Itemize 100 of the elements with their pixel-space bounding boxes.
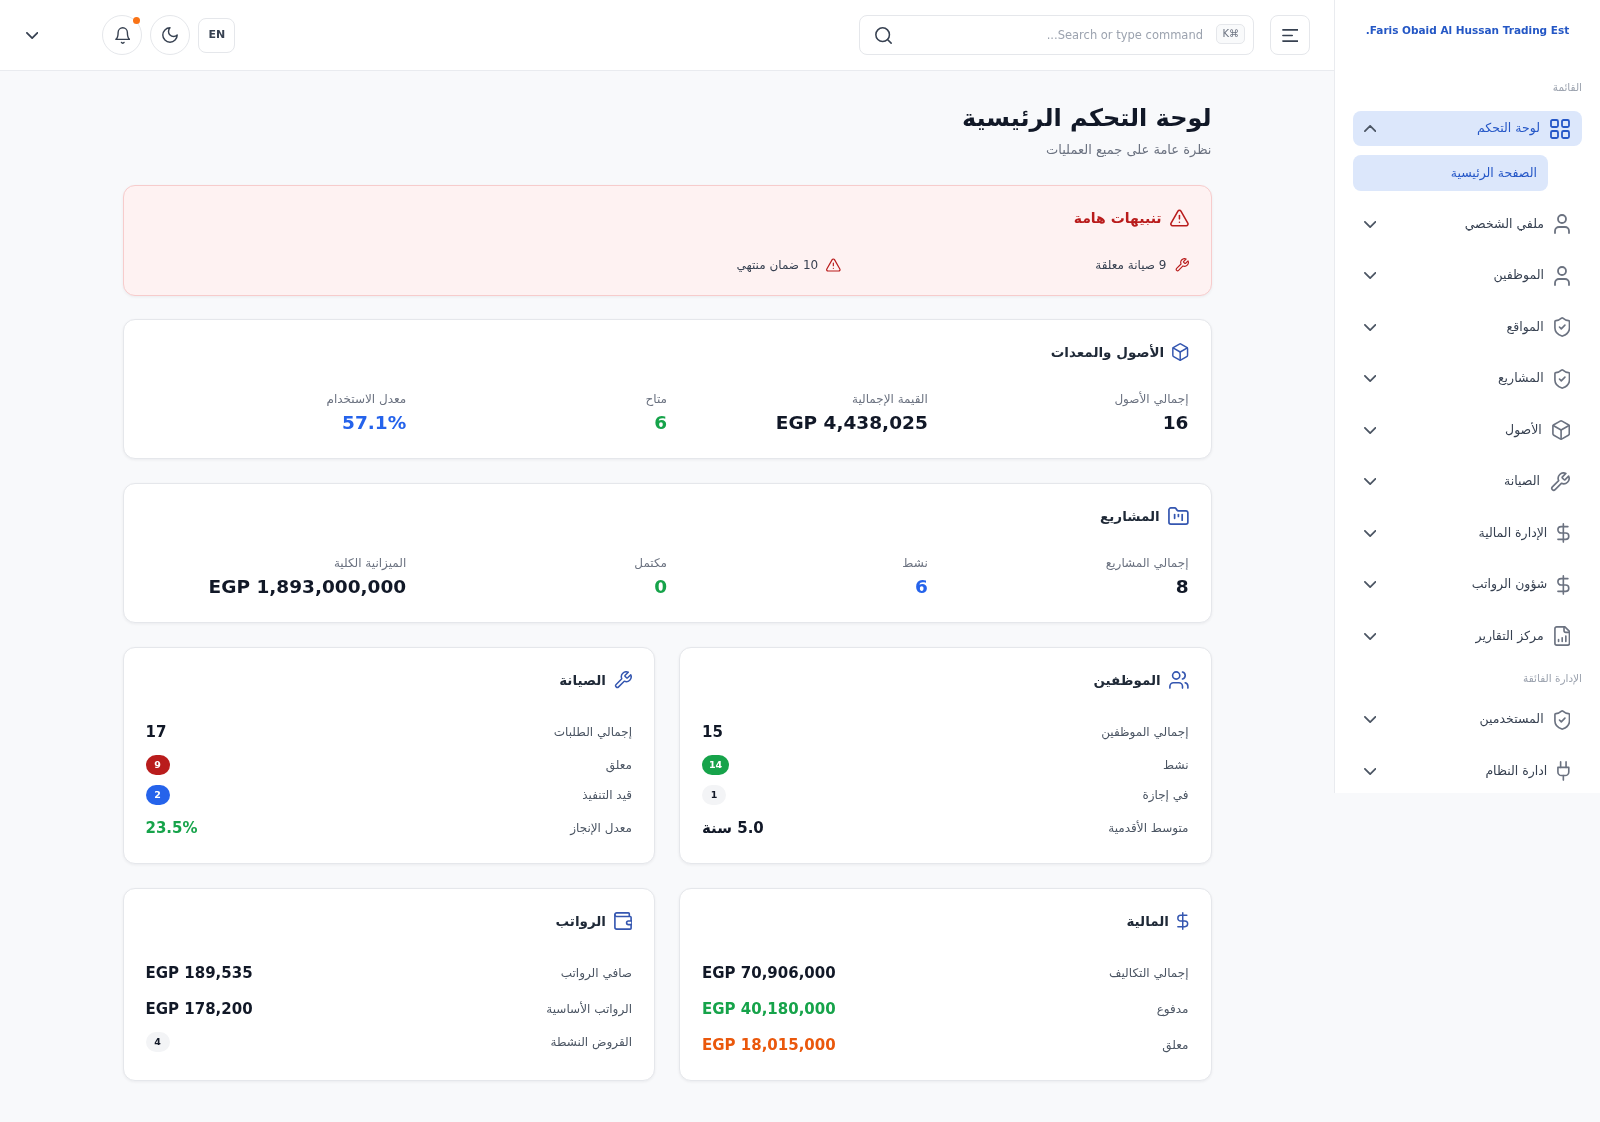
row-value: 23.5% xyxy=(145,818,198,839)
sidebar-item[interactable]: المواقع xyxy=(1353,309,1582,345)
row-label: في إجازة xyxy=(1142,787,1189,804)
shield-check-icon xyxy=(1553,317,1570,337)
stat-value: 0 xyxy=(654,575,667,599)
wrench-icon xyxy=(614,671,632,689)
section-label: القائمة xyxy=(1552,80,1582,95)
row-label: نشط xyxy=(1163,757,1189,774)
stat-label: نشط xyxy=(902,555,928,572)
sidebar-item[interactable]: المشاريع xyxy=(1353,361,1582,396)
row-label: صافي الرواتب xyxy=(560,965,632,982)
theme-toggle-button[interactable] xyxy=(150,15,191,55)
search-icon xyxy=(875,26,892,44)
warning-icon xyxy=(1169,209,1189,227)
row-value: EGP 70,906,000 xyxy=(702,963,836,984)
cube-icon xyxy=(1172,343,1189,361)
moon-icon xyxy=(162,27,179,43)
alert-item: 10 ضمان منتهي xyxy=(736,257,819,274)
shortcut-key: ⌘K xyxy=(1216,24,1245,44)
row-label: معدل الإنجاز xyxy=(570,820,632,837)
card-title: المشاريع xyxy=(1100,507,1160,526)
count-badge: 1 xyxy=(702,785,726,805)
section-label: الإدارة الفائقة xyxy=(1523,671,1582,686)
row-label: إجمالي التكاليف xyxy=(1109,965,1189,982)
chart-folder-icon xyxy=(1167,507,1189,525)
row-label: مدفوع xyxy=(1156,1001,1189,1018)
dollar-icon xyxy=(1177,912,1189,930)
count-badge: 14 xyxy=(702,755,730,775)
card-title: الصيانة xyxy=(559,671,606,690)
sidebar-item[interactable]: مركز التقارير xyxy=(1353,618,1582,654)
page-title: لوحة التحكم الرئيسية xyxy=(962,103,1212,134)
brand-name: Faris Obaid Al Hussan Trading Est. xyxy=(1365,23,1570,39)
sidebar-item[interactable]: ادارة النظام xyxy=(1353,753,1582,789)
page-subtitle: نظرة عامة على جميع العمليات xyxy=(1045,141,1212,159)
sidebar-item[interactable]: شؤون الرواتب xyxy=(1353,567,1582,602)
notifications-button[interactable] xyxy=(102,15,143,55)
warning-icon xyxy=(826,258,841,272)
row-label: معلق xyxy=(605,757,632,775)
alert-item: 9 صيانة معلقة xyxy=(1095,257,1167,274)
users-icon xyxy=(1168,671,1189,689)
stat-label: معدل الاستخدام xyxy=(326,391,407,408)
row-value: 5.0 سنة xyxy=(702,818,764,839)
wallet-icon xyxy=(614,912,632,930)
stat-value: 57.1% xyxy=(342,411,407,435)
plug-icon xyxy=(1557,761,1570,781)
stat-label: إجمالي المشاريع xyxy=(1105,555,1189,572)
row-value: EGP 189,535 xyxy=(145,963,253,984)
language-button[interactable]: EN xyxy=(198,17,236,53)
menu-icon xyxy=(1281,28,1299,42)
menu-button[interactable] xyxy=(1270,15,1310,55)
card-title: الأصول والمعدات xyxy=(1050,343,1165,362)
sidebar-item[interactable]: المستخدمين xyxy=(1353,702,1582,737)
user-icon xyxy=(1554,265,1570,286)
row-label: الرواتب الأساسية xyxy=(546,1000,632,1019)
stat-value: 6 xyxy=(654,411,667,435)
submenu-item[interactable]: الصفحة الرئيسية xyxy=(1353,155,1548,191)
row-label: قيد التنفيذ xyxy=(582,787,632,804)
sidebar-item[interactable]: الأصول xyxy=(1353,412,1582,448)
sidebar-item[interactable]: الصيانة xyxy=(1353,464,1582,499)
row-value: 17 xyxy=(145,722,167,743)
sidebar-item[interactable]: لوحة التحكم xyxy=(1353,111,1582,146)
count-badge: 9 xyxy=(145,755,170,775)
sidebar-item[interactable]: الموظفين xyxy=(1353,258,1582,293)
shield-check-icon xyxy=(1553,709,1570,730)
wrench-icon xyxy=(1174,258,1189,272)
dollar-icon xyxy=(1557,574,1570,595)
bell-icon xyxy=(114,26,131,44)
stat-label: مكتمل xyxy=(634,555,667,572)
count-badge: 2 xyxy=(145,785,170,805)
cube-icon xyxy=(1551,420,1570,440)
row-label: القروض النشطة xyxy=(550,1034,632,1052)
row-label: متوسط الأقدمية xyxy=(1108,819,1189,837)
chart-document-icon xyxy=(1553,626,1570,646)
row-label: إجمالي الموظفين xyxy=(1101,724,1189,742)
stat-value: 6 xyxy=(914,575,928,599)
row-label: إجمالي الطلبات xyxy=(553,724,632,741)
stat-label: القيمة الإجمالية xyxy=(851,391,928,408)
card-title: المالية xyxy=(1126,912,1169,931)
user-icon xyxy=(1554,214,1570,234)
sidebar-item[interactable]: ملفي الشخصي xyxy=(1353,206,1582,242)
stat-value: EGP 1,893,000,000 xyxy=(208,575,407,599)
chevron-down-icon[interactable] xyxy=(26,31,39,39)
stat-label: الميزانية الكلية xyxy=(333,555,407,572)
row-value: EGP 18,015,000 xyxy=(702,1035,836,1056)
count-badge: 4 xyxy=(145,1032,170,1052)
row-value: EGP 178,200 xyxy=(145,999,253,1020)
row-value: 15 xyxy=(702,722,723,743)
stat-value: 16 xyxy=(1162,411,1189,435)
grid-icon xyxy=(1550,118,1570,139)
sidebar-item[interactable]: الإدارة المالية xyxy=(1353,515,1582,551)
stat-value: EGP 4,438,025 xyxy=(775,411,928,435)
stat-label: متاح xyxy=(645,391,667,408)
stat-value: 8 xyxy=(1175,575,1189,599)
alert-title: تنبيهات هامة xyxy=(1073,209,1162,229)
shield-check-icon xyxy=(1553,368,1570,389)
row-label: معلق xyxy=(1162,1037,1189,1055)
stat-label: إجمالي الأصول xyxy=(1114,390,1189,408)
wrench-icon xyxy=(1550,471,1570,492)
dollar-icon xyxy=(1557,523,1570,543)
card-title: الرواتب xyxy=(555,912,606,931)
